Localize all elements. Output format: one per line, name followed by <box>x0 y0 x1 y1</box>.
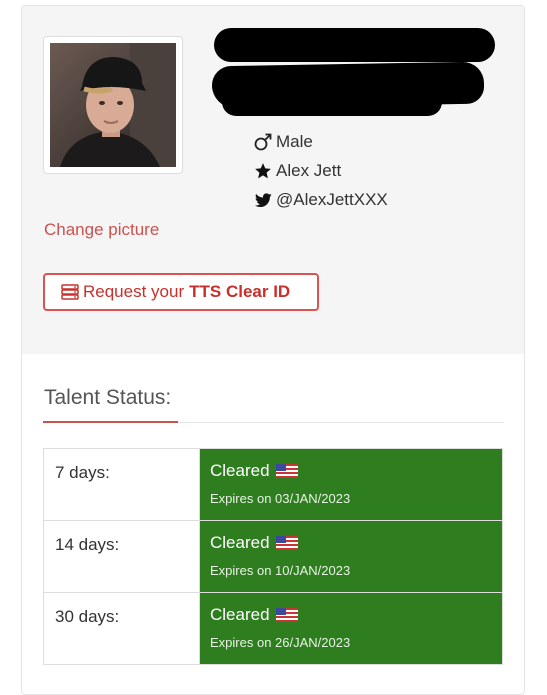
star-icon <box>253 162 273 180</box>
expiry-text: Expires on 26/JAN/2023 <box>210 635 351 650</box>
avatar-frame <box>43 36 183 174</box>
status-cell: Cleared Expires on 03/JAN/2023 <box>199 448 503 521</box>
profile-panel: Male Alex Jett @AlexJettXXX Change pictu… <box>22 6 524 354</box>
redaction-bar <box>222 88 442 116</box>
table-row: 14 days: Cleared Expires on 10/JAN/2023 <box>43 520 503 593</box>
expiry-text: Expires on 03/JAN/2023 <box>210 491 351 506</box>
male-icon <box>253 133 273 151</box>
table-row: 7 days: Cleared Expires on 03/JAN/2023 <box>43 448 503 521</box>
talent-status-title: Talent Status: <box>44 386 172 409</box>
change-picture-link[interactable]: Change picture <box>44 220 159 240</box>
name-text: Alex Jett <box>276 161 342 180</box>
days-cell: 7 days: <box>43 448 200 521</box>
us-flag-icon <box>275 608 298 622</box>
gender-text: Male <box>276 132 313 151</box>
expiry-text: Expires on 10/JAN/2023 <box>210 563 351 578</box>
server-icon <box>61 284 79 300</box>
status-cell: Cleared Expires on 26/JAN/2023 <box>199 592 503 665</box>
us-flag-icon <box>275 464 298 478</box>
status-text: Cleared <box>210 461 270 480</box>
status-cell: Cleared Expires on 10/JAN/2023 <box>199 520 503 593</box>
days-cell: 30 days: <box>43 592 200 665</box>
tts-button-bold: TTS Clear ID <box>189 282 291 301</box>
avatar <box>50 43 176 167</box>
talent-status-table: 7 days: Cleared Expires on 03/JAN/2023 1… <box>43 448 503 665</box>
request-tts-clear-id-button[interactable]: Request your TTS Clear ID <box>43 273 319 311</box>
table-row: 30 days: Cleared Expires on 26/JAN/2023 <box>43 592 503 665</box>
status-text: Cleared <box>210 605 270 624</box>
twitter-row[interactable]: @AlexJettXXX <box>253 189 388 211</box>
profile-card: Male Alex Jett @AlexJettXXX Change pictu… <box>21 5 525 695</box>
redaction-bar <box>214 28 495 62</box>
days-cell: 14 days: <box>43 520 200 593</box>
twitter-handle: @AlexJettXXX <box>276 190 388 209</box>
us-flag-icon <box>275 536 298 550</box>
status-text: Cleared <box>210 533 270 552</box>
twitter-icon <box>253 192 273 208</box>
tts-button-prefix: Request your <box>83 282 185 301</box>
title-underline <box>43 421 178 423</box>
gender-row: Male <box>253 131 313 153</box>
name-row: Alex Jett <box>253 160 341 182</box>
